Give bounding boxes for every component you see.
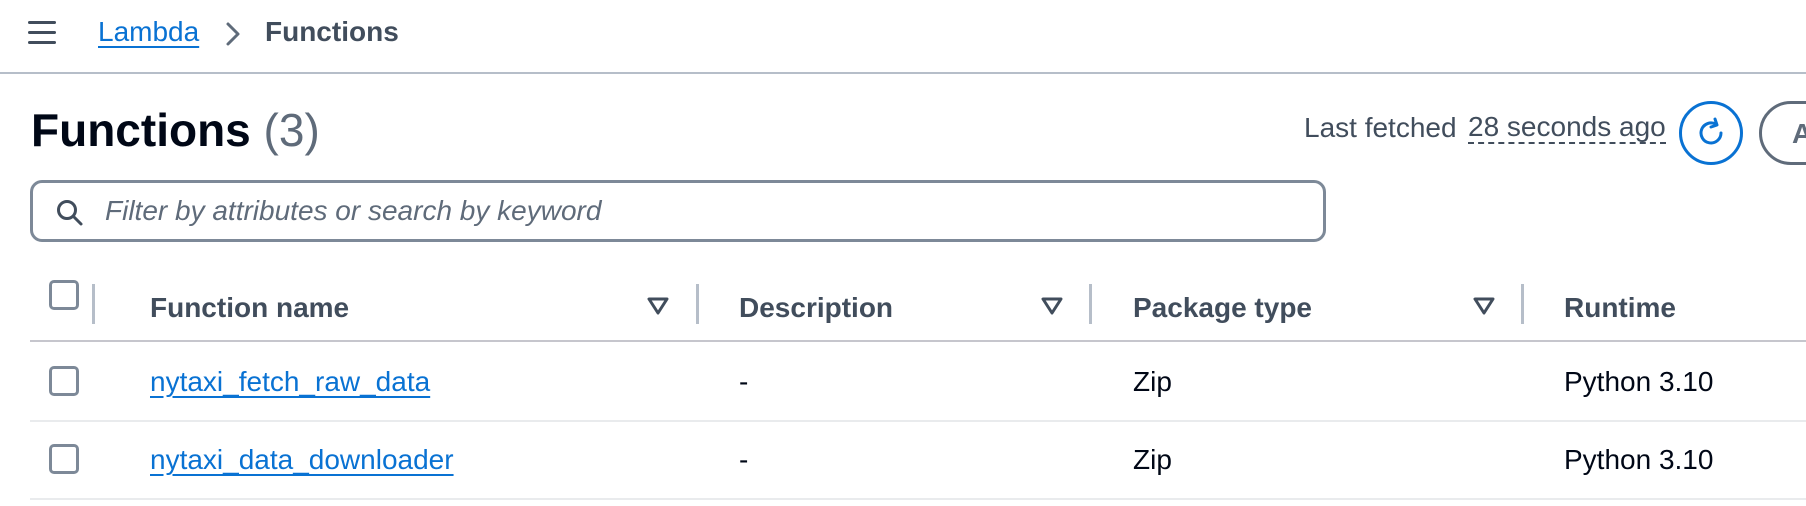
function-name-link[interactable]: nytaxi_fetch_raw_data — [150, 366, 430, 398]
search-icon — [57, 200, 83, 226]
function-runtime: Python 3.10 — [1564, 444, 1714, 475]
function-package-type: Zip — [1133, 444, 1172, 475]
column-header-description[interactable]: Description — [739, 292, 893, 324]
search-box — [30, 180, 1326, 242]
row-checkbox[interactable] — [49, 366, 79, 396]
select-all-checkbox[interactable] — [49, 280, 79, 310]
column-header-runtime[interactable]: Runtime — [1564, 292, 1676, 324]
refresh-icon — [1699, 117, 1723, 145]
breadcrumb-lambda-link[interactable]: Lambda — [98, 16, 199, 48]
column-divider[interactable] — [92, 284, 95, 324]
actions-button-label: A — [1792, 118, 1806, 149]
page-title: Functions (3) — [31, 103, 320, 157]
refresh-button[interactable] — [1679, 101, 1743, 165]
column-divider[interactable] — [1089, 284, 1092, 324]
menu-icon[interactable] — [28, 18, 58, 48]
last-fetched-value[interactable]: 28 seconds ago — [1468, 112, 1666, 144]
actions-button[interactable]: A — [1759, 101, 1806, 165]
function-package-type: Zip — [1133, 366, 1172, 397]
top-navigation: Lambda Functions — [0, 0, 1806, 74]
table-row: nytaxi_data_downloader - Zip Python 3.10 — [30, 422, 1806, 500]
sort-down-icon[interactable] — [1041, 296, 1063, 316]
table-row: nytaxi_fetch_raw_data - Zip Python 3.10 — [30, 344, 1806, 422]
function-description: - — [739, 366, 749, 397]
column-header-package-type[interactable]: Package type — [1133, 292, 1312, 324]
sort-down-icon[interactable] — [1473, 296, 1495, 316]
last-fetched-label: Last fetched — [1304, 112, 1457, 143]
row-checkbox[interactable] — [49, 444, 79, 474]
function-name-link[interactable]: nytaxi_data_downloader — [150, 444, 454, 476]
page-title-text: Functions — [31, 104, 251, 156]
function-runtime: Python 3.10 — [1564, 366, 1714, 397]
function-count: (3) — [263, 104, 320, 156]
column-divider[interactable] — [1521, 284, 1524, 324]
sort-down-icon[interactable] — [647, 296, 669, 316]
table-header: Function name Description Package type R… — [30, 280, 1806, 342]
column-header-function-name[interactable]: Function name — [150, 292, 349, 324]
chevron-right-icon — [226, 22, 240, 46]
function-description: - — [739, 444, 749, 475]
breadcrumb-current: Functions — [265, 16, 399, 47]
column-divider[interactable] — [696, 284, 699, 324]
search-input[interactable] — [105, 191, 1305, 231]
